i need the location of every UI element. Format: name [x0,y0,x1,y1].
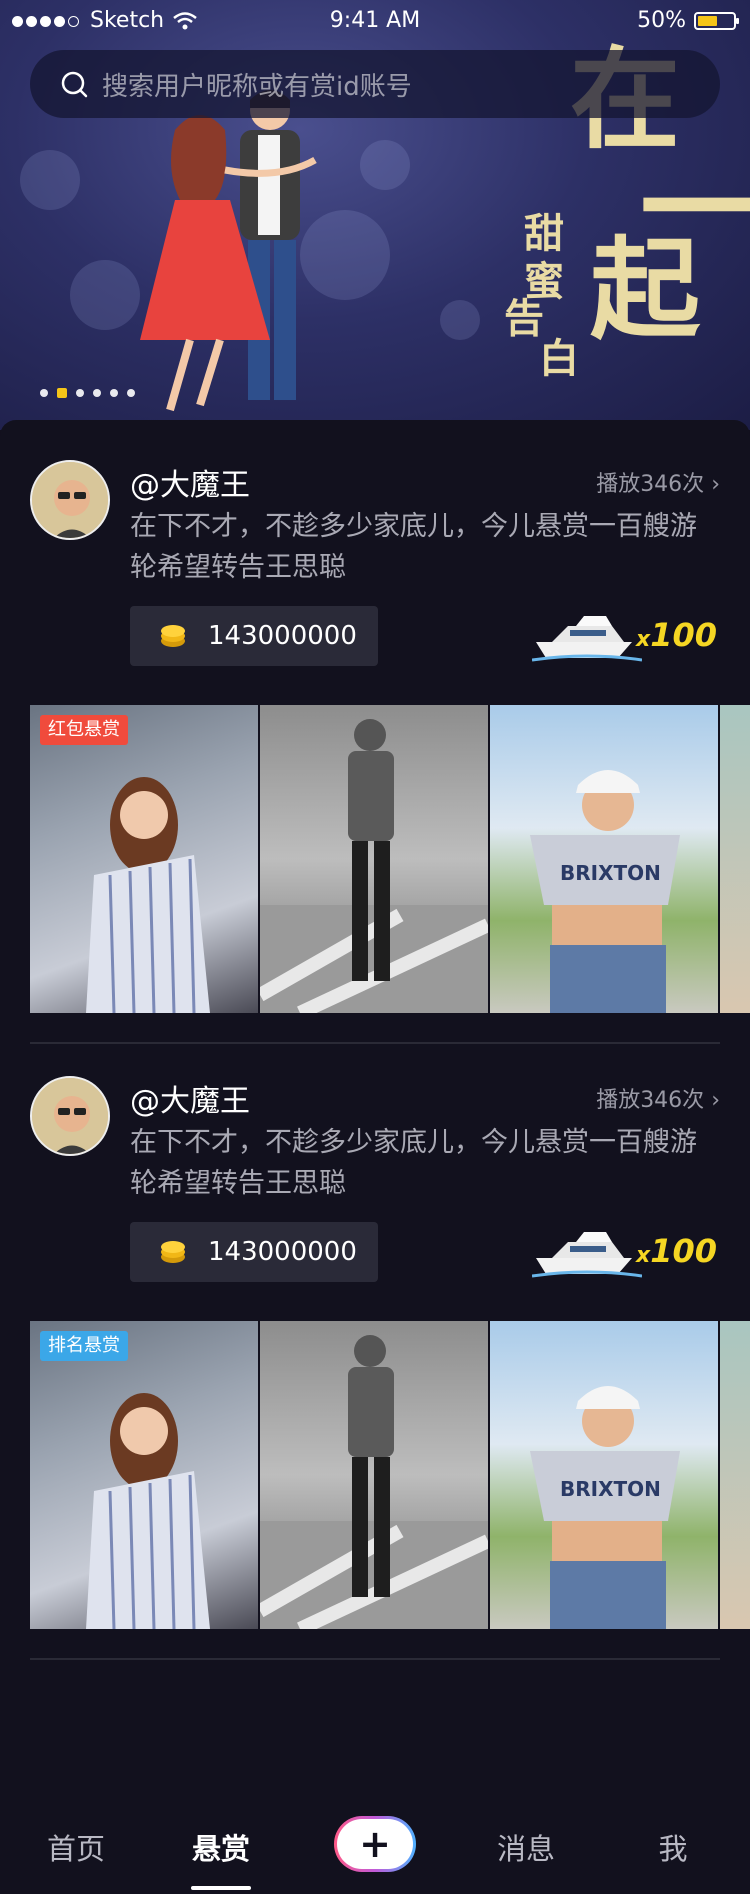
banner-sub-char: 白 [539,335,579,382]
coin-amount: 143000000 [208,621,357,651]
pager-dot[interactable] [76,389,84,397]
post-gallery[interactable]: 红包悬赏 BRIXTON [30,705,750,1013]
play-count-link[interactable]: 播放346次 › [596,466,720,498]
pager-dot-active[interactable] [57,388,67,398]
play-count-link[interactable]: 播放346次 › [596,1082,720,1114]
gallery-photo[interactable] [720,1321,750,1629]
couple-illustration [140,90,317,412]
play-count: 播放346次 [596,1088,705,1113]
post-gallery[interactable]: 排名悬赏 BRIXTON [30,1321,750,1629]
gallery-photo[interactable] [720,705,750,1013]
post-description: 在下不才，不趁多少家底儿，今儿悬赏一百艘游轮希望转告王思聪 [130,511,697,583]
tab-reward[interactable]: 悬赏 [161,1826,281,1868]
search-bar[interactable]: 搜索用户昵称或有赏id账号 [30,50,720,118]
coin-amount: 143000000 [208,1237,357,1267]
active-tab-indicator [191,1886,251,1890]
reward-type-badge: 红包悬赏 [40,715,128,745]
plus-icon: + [337,1819,413,1869]
post-description: 在下不才，不趁多少家底儿，今儿悬赏一百艘游轮希望转告王思聪 [130,1127,697,1199]
avatar[interactable] [30,1076,110,1156]
gallery-photo[interactable]: 红包悬赏 [30,705,258,1013]
gallery-photo[interactable]: 排名悬赏 [30,1321,258,1629]
post-username[interactable]: @大魔王 [130,1076,250,1120]
bokeh-light [20,150,80,210]
banner-headline-char: 起 [590,225,700,354]
reward-feed[interactable]: @大魔王 播放346次 › 在下不才，不趁多少家底儿，今儿悬赏一百艘游轮希望转告… [0,420,750,1800]
gallery-photo[interactable] [256,1321,491,1629]
gallery-photo[interactable]: BRIXTON [490,705,718,1013]
yacht-icon [532,1232,642,1278]
gift-multiplier: x100 [636,616,717,654]
post-divider [30,1658,720,1660]
post-username[interactable]: @大魔王 [130,460,250,504]
tab-me[interactable]: 我 [613,1826,733,1868]
carousel-pager[interactable] [40,388,135,398]
bokeh-light [360,140,410,190]
pager-dot[interactable] [110,389,118,397]
gallery-photo[interactable] [256,705,491,1013]
battery-percent: 50% [637,8,686,33]
coin-reward-box: 143000000 [130,1222,378,1282]
search-icon [61,71,88,98]
coin-reward-box: 143000000 [130,606,378,666]
tab-home[interactable]: 首页 [16,1826,136,1868]
banner-sub-char: 甜 [524,210,564,257]
pager-dot[interactable] [40,389,48,397]
reward-type-badge: 排名悬赏 [40,1331,128,1361]
bokeh-light [440,300,480,340]
pager-dot[interactable] [93,389,101,397]
chevron-right-icon: › [711,1088,720,1113]
svg-text:BRIXTON: BRIXTON [560,861,661,885]
coin-icon [161,1241,185,1263]
search-placeholder: 搜索用户昵称或有赏id账号 [102,71,412,102]
post-divider [30,1042,720,1044]
coin-icon [161,625,185,647]
status-bar: Sketch 9:41 AM 50% [0,0,750,44]
yacht-icon [532,616,642,662]
create-button[interactable]: + [334,1816,416,1872]
battery-icon [694,11,739,30]
avatar[interactable] [30,460,110,540]
pager-dot[interactable] [127,389,135,397]
tab-messages[interactable]: 消息 [466,1826,586,1868]
gift-multiplier: x100 [636,1232,717,1270]
chevron-right-icon: › [711,472,720,497]
gallery-photo[interactable]: BRIXTON [490,1321,718,1629]
svg-text:BRIXTON: BRIXTON [560,1477,661,1501]
bottom-tab-bar: 首页 悬赏 + 消息 我 [0,1800,750,1894]
play-count: 播放346次 [596,472,705,497]
